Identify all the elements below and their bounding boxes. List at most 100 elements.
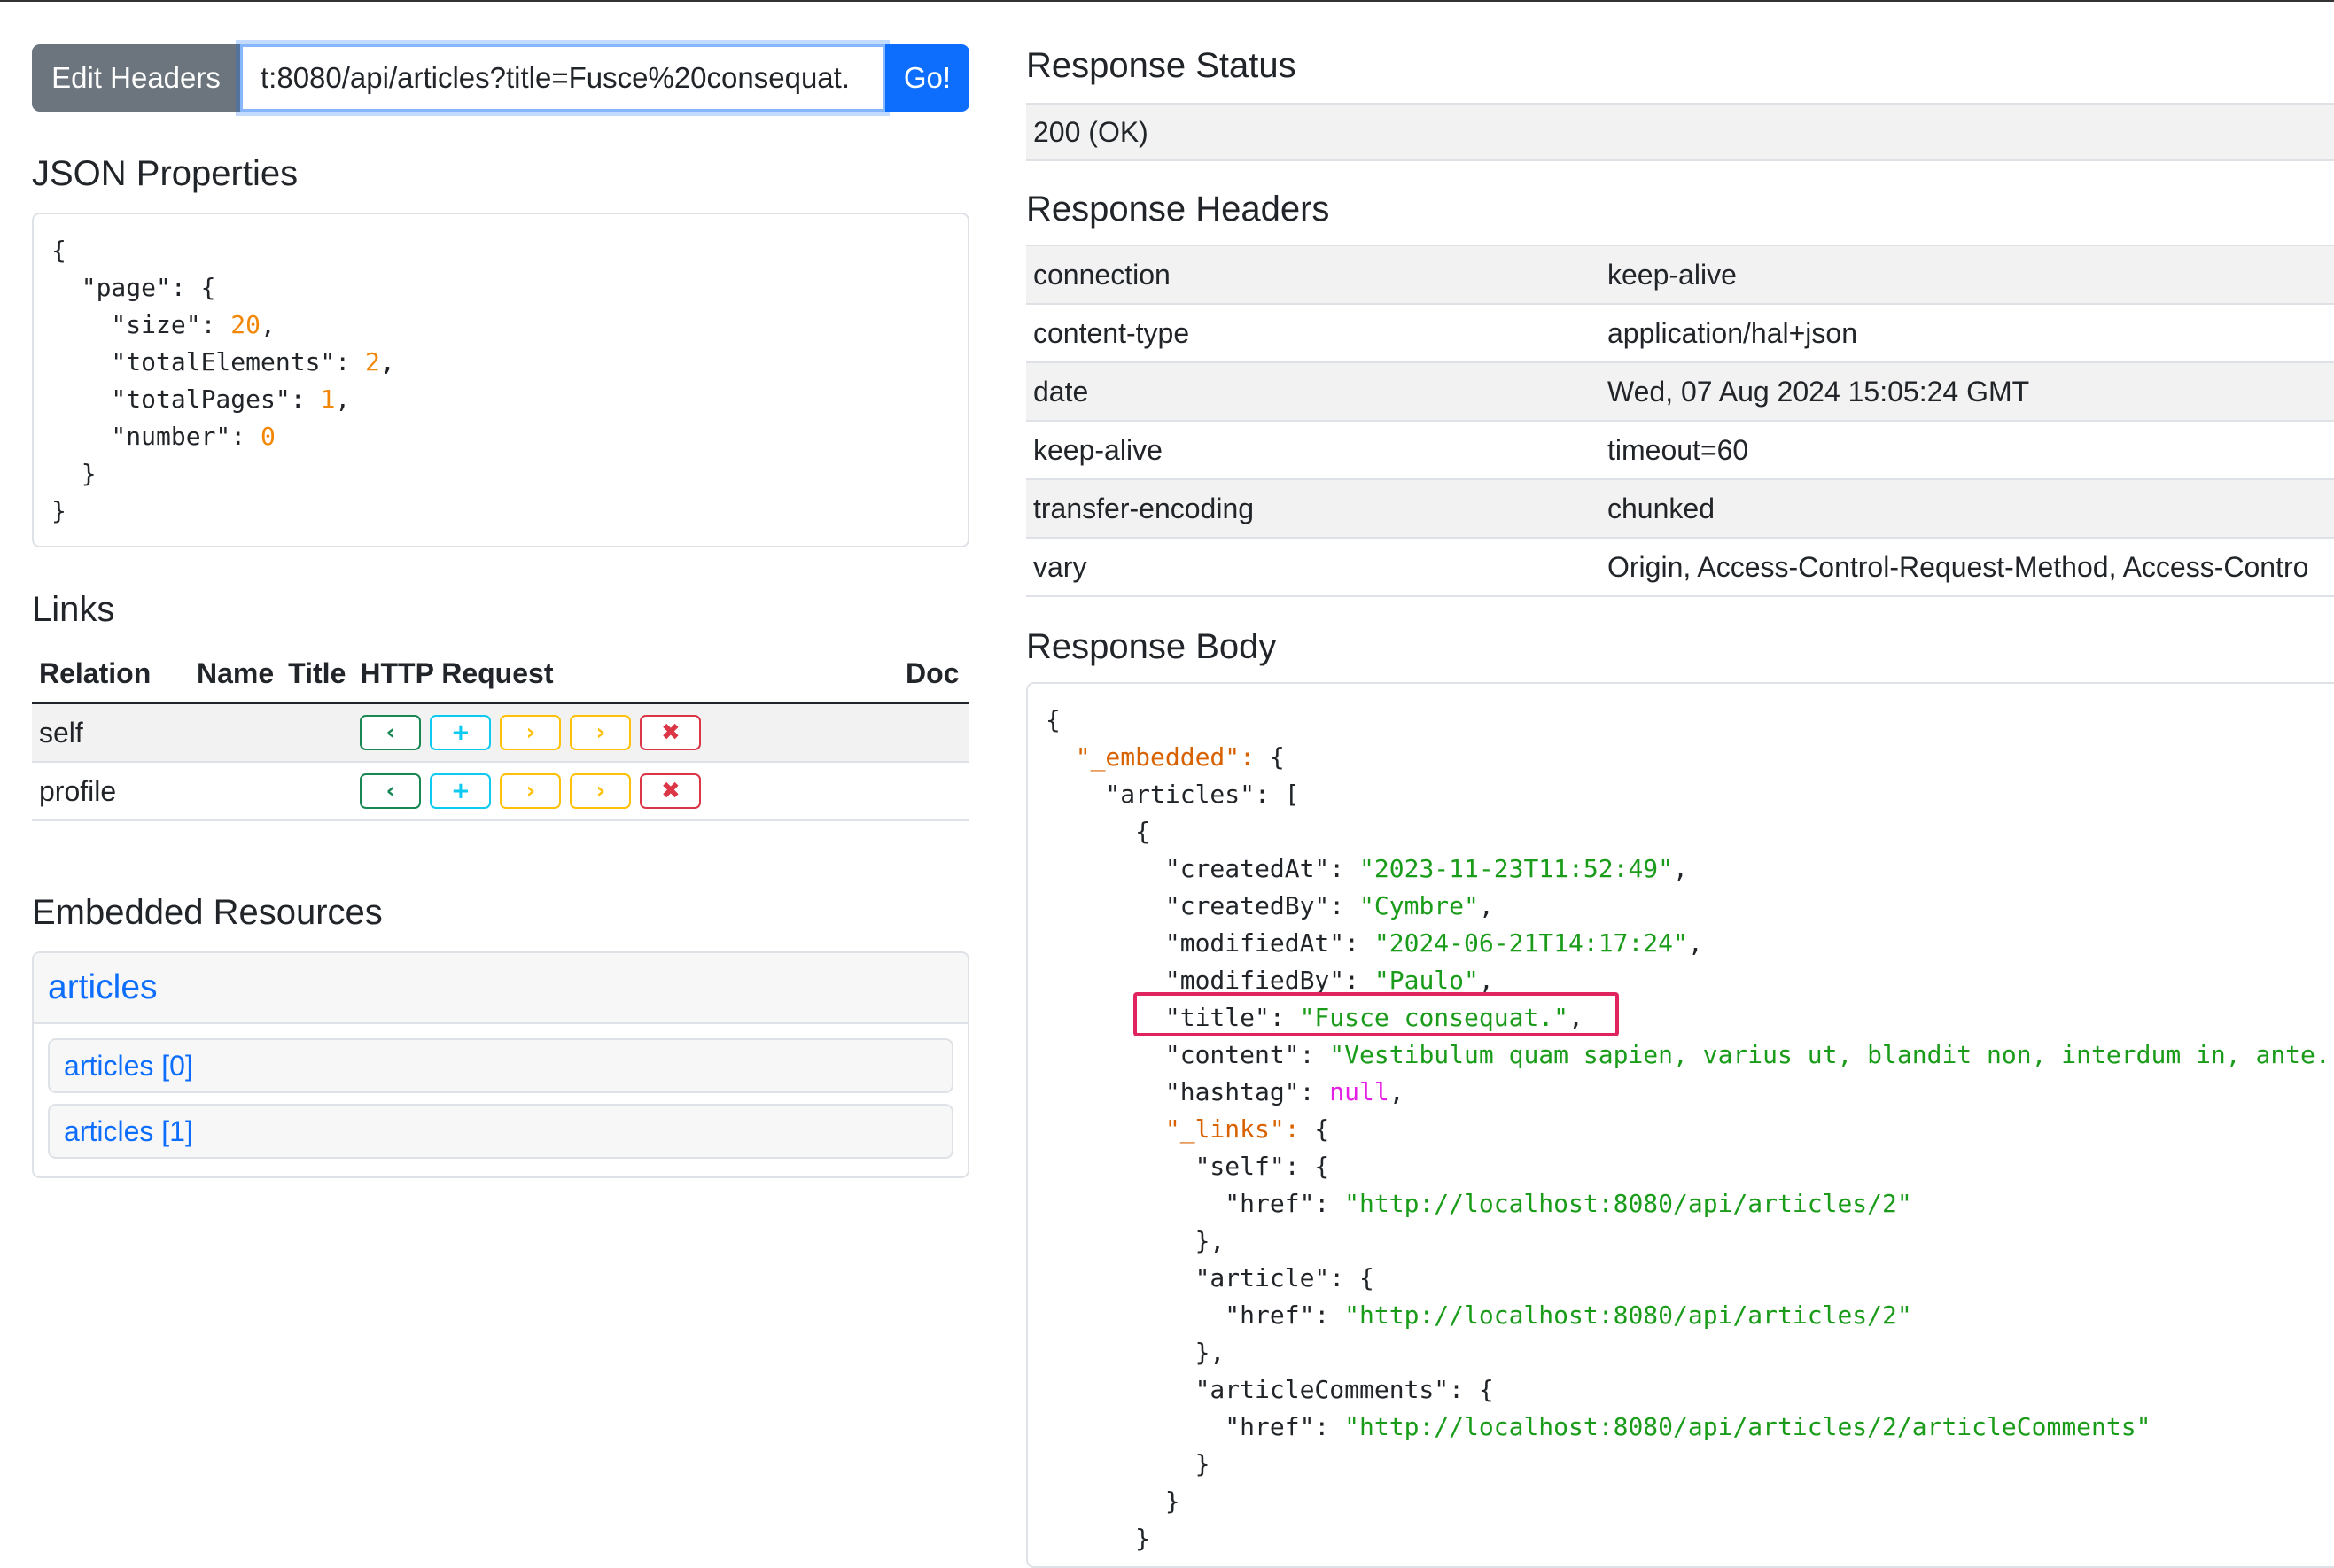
code-line: "article": { bbox=[1046, 1260, 2334, 1297]
post-button[interactable]: + bbox=[430, 773, 492, 809]
code-token: 1 bbox=[320, 384, 336, 414]
chevron-right-icon: › bbox=[525, 719, 536, 746]
post-button[interactable]: + bbox=[430, 715, 492, 750]
link-relation: self bbox=[32, 703, 190, 763]
code-token: "hashtag": bbox=[1046, 1077, 1330, 1106]
code-token: "http://localhost:8080/api/articles/2/ar… bbox=[1344, 1412, 2151, 1441]
code-token: "content": bbox=[1046, 1040, 1330, 1069]
link-row-self: self ‹ + › › ✖ bbox=[32, 703, 969, 763]
code-token: null bbox=[1329, 1077, 1389, 1106]
code-token: "totalElements": bbox=[51, 347, 366, 376]
code-token: , bbox=[379, 347, 395, 376]
code-token: "totalPages": bbox=[51, 384, 321, 414]
code-token: "Cymbre" bbox=[1359, 891, 1479, 920]
code-line: } bbox=[1046, 1483, 2334, 1520]
header-value: chunked bbox=[1600, 478, 2334, 538]
code-line: "self": { bbox=[1046, 1148, 2334, 1185]
link-title bbox=[281, 703, 354, 763]
code-line: "_links": { bbox=[1046, 1111, 2334, 1148]
chevron-right-icon: › bbox=[595, 778, 606, 804]
response-headers-title: Response Headers bbox=[1026, 190, 1330, 229]
get-button[interactable]: ‹ bbox=[360, 715, 422, 750]
http-request-buttons: ‹ + › › ✖ bbox=[353, 703, 899, 763]
header-name: connection bbox=[1026, 245, 1600, 304]
link-doc bbox=[899, 703, 969, 763]
header-row: transfer-encoding chunked bbox=[1026, 478, 2334, 538]
header-value: timeout=60 bbox=[1600, 420, 2334, 479]
patch-button[interactable]: › bbox=[570, 715, 632, 750]
header-name: transfer-encoding bbox=[1026, 478, 1600, 538]
column-header-http-request: HTTP Request bbox=[353, 645, 899, 704]
plus-icon: + bbox=[450, 719, 471, 746]
embedded-item-link[interactable]: articles [0] bbox=[48, 1038, 953, 1093]
code-line: } bbox=[1046, 1446, 2334, 1483]
header-name: content-type bbox=[1026, 303, 1600, 362]
code-line: "_embedded": { bbox=[1046, 739, 2334, 776]
edit-headers-button[interactable]: Edit Headers bbox=[32, 44, 240, 112]
code-line: "href": "http://localhost:8080/api/artic… bbox=[1046, 1409, 2334, 1446]
link-row-profile: profile ‹ + › › ✖ bbox=[32, 762, 969, 821]
response-headers-table: connection keep-alive content-type appli… bbox=[1026, 245, 2334, 597]
code-token: "http://localhost:8080/api/articles/2" bbox=[1344, 1189, 1912, 1218]
code-line: "createdBy": "Cymbre", bbox=[1046, 888, 2334, 925]
code-line: }, bbox=[1046, 1334, 2334, 1371]
code-token: }, bbox=[1046, 1338, 1225, 1367]
delete-button[interactable]: ✖ bbox=[640, 715, 702, 750]
code-token: 2 bbox=[365, 347, 380, 376]
code-token: } bbox=[51, 496, 66, 525]
code-token: } bbox=[51, 459, 97, 488]
header-row: vary Origin, Access-Control-Request-Meth… bbox=[1026, 537, 2334, 597]
response-body-panel: { "_embedded": { "articles": [ { "create… bbox=[1026, 682, 2334, 1568]
embedded-card-title-link[interactable]: articles bbox=[34, 953, 968, 1024]
code-token: { bbox=[1046, 705, 1061, 734]
chevron-left-icon: ‹ bbox=[385, 778, 396, 804]
embedded-item-link[interactable]: articles [1] bbox=[48, 1104, 953, 1159]
plus-icon: + bbox=[450, 778, 471, 804]
header-value: Origin, Access-Control-Request-Method, A… bbox=[1600, 537, 2334, 597]
code-token: , bbox=[1478, 891, 1494, 920]
code-token: "_links": bbox=[1164, 1114, 1300, 1144]
url-input[interactable]: t:8080/api/articles?title=Fusce%20conseq… bbox=[236, 40, 890, 116]
code-token: "articles": [ bbox=[1046, 780, 1300, 809]
column-header-doc: Doc bbox=[899, 645, 969, 704]
code-token: { bbox=[1046, 817, 1151, 846]
column-header-title: Title bbox=[281, 645, 354, 704]
go-button[interactable]: Go! bbox=[885, 44, 969, 112]
chevron-right-icon: › bbox=[525, 778, 536, 804]
code-line: "createdAt": "2023-11-23T11:52:49", bbox=[1046, 850, 2334, 888]
code-line: "number": 0 bbox=[51, 418, 950, 455]
embedded-resources-card: articles articles [0] articles [1] bbox=[32, 951, 969, 1178]
code-token: "href": bbox=[1046, 1300, 1345, 1330]
response-status-value: 200 (OK) bbox=[1026, 103, 2334, 161]
links-table: Relation Name Title HTTP Request Doc sel… bbox=[32, 645, 969, 821]
code-token: "size": bbox=[51, 310, 231, 339]
code-token: "http://localhost:8080/api/articles/2" bbox=[1344, 1300, 1912, 1330]
code-token: "createdAt": bbox=[1046, 854, 1360, 883]
header-value: keep-alive bbox=[1600, 245, 2334, 304]
patch-button[interactable]: › bbox=[570, 773, 632, 809]
link-relation: profile bbox=[32, 762, 190, 821]
code-token: , bbox=[1687, 928, 1703, 958]
code-token: "modifiedAt": bbox=[1046, 928, 1374, 958]
code-token: } bbox=[1046, 1524, 1151, 1553]
links-title: Links bbox=[32, 590, 115, 629]
code-line: "size": 20, bbox=[51, 307, 950, 344]
code-line: }, bbox=[1046, 1223, 2334, 1260]
column-header-name: Name bbox=[190, 645, 282, 704]
code-token: }, bbox=[1046, 1226, 1225, 1255]
get-button[interactable]: ‹ bbox=[360, 773, 422, 809]
json-properties-title: JSON Properties bbox=[32, 154, 299, 193]
put-button[interactable]: › bbox=[500, 773, 562, 809]
code-token: "createdBy": bbox=[1046, 891, 1360, 920]
delete-button[interactable]: ✖ bbox=[640, 773, 702, 809]
json-properties-code: { "page": { "size": 20, "totalElements":… bbox=[51, 232, 950, 530]
code-line: } bbox=[51, 493, 950, 530]
code-token: , bbox=[1673, 854, 1688, 883]
code-token: "articleComments": { bbox=[1046, 1375, 1494, 1404]
code-token: "href": bbox=[1046, 1412, 1345, 1441]
code-token: "article": { bbox=[1046, 1263, 1374, 1292]
code-token: , bbox=[1478, 966, 1494, 995]
code-token: , bbox=[261, 310, 276, 339]
put-button[interactable]: › bbox=[500, 715, 562, 750]
